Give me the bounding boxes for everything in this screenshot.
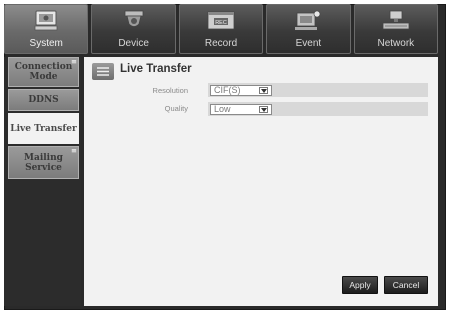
tab-event[interactable]: Event	[266, 4, 351, 54]
content-panel: Live Transfer Resolution CIF(S) Quality …	[84, 57, 438, 306]
submenu-marker-icon: ≡	[71, 57, 77, 66]
top-menu-bar: System Device REC Record Event Network	[4, 4, 439, 54]
network-icon	[381, 10, 411, 35]
submenu-marker-icon: ≡	[71, 146, 77, 155]
cancel-button[interactable]: Cancel	[384, 276, 428, 294]
sidebar-item-label: Connection Mode	[14, 62, 73, 82]
sidebar: Connection Mode ≡ DDNS Live Transfer Mai…	[4, 57, 81, 306]
record-icon: REC	[206, 10, 236, 35]
sidebar-item-label: Mailing Service	[24, 152, 63, 173]
tab-device[interactable]: Device	[91, 4, 176, 54]
chevron-down-icon[interactable]	[259, 106, 268, 113]
resolution-select[interactable]: CIF(S)	[210, 85, 272, 96]
quality-value: Low	[214, 104, 231, 114]
quality-label: Quality	[164, 104, 188, 113]
tab-network[interactable]: Network	[353, 4, 439, 54]
sidebar-item-ddns[interactable]: DDNS	[8, 89, 79, 111]
tab-system[interactable]: System	[4, 4, 89, 54]
apply-button[interactable]: Apply	[342, 276, 378, 294]
list-icon	[92, 63, 114, 80]
svg-text:REC: REC	[215, 20, 227, 26]
camera-icon	[122, 10, 146, 35]
resolution-value: CIF(S)	[214, 85, 241, 95]
page-title: Live Transfer	[120, 63, 192, 75]
sidebar-item-mailing-service[interactable]: Mailing Service ≡	[8, 146, 79, 179]
sidebar-item-connection-mode[interactable]: Connection Mode ≡	[8, 57, 79, 87]
resolution-label: Resolution	[152, 86, 188, 95]
sidebar-item-label: Live Transfer	[10, 123, 77, 134]
system-icon	[33, 10, 59, 35]
chevron-down-icon[interactable]	[259, 87, 268, 94]
sidebar-item-label: DDNS	[28, 95, 59, 105]
event-icon	[294, 10, 322, 35]
sidebar-item-live-transfer[interactable]: Live Transfer	[8, 113, 79, 144]
tab-record[interactable]: REC Record	[178, 4, 264, 54]
quality-select[interactable]: Low	[210, 104, 272, 115]
